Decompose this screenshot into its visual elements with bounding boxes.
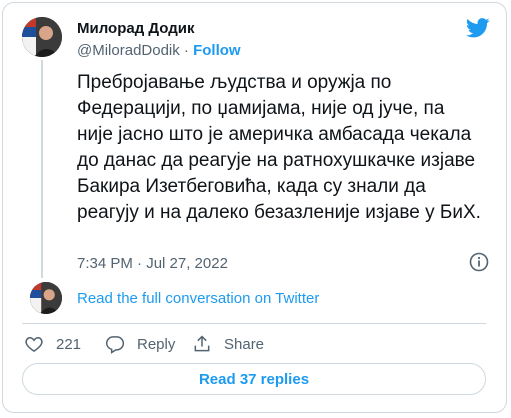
reply-label: Reply bbox=[137, 335, 176, 353]
share-label: Share bbox=[224, 335, 265, 353]
read-replies-button[interactable]: Read 37 replies bbox=[22, 363, 486, 395]
author-name[interactable]: Милорад Додик bbox=[77, 19, 195, 39]
reply-bubble-icon bbox=[105, 336, 125, 354]
handle-separator: · bbox=[179, 42, 194, 59]
share-upload-icon bbox=[194, 335, 210, 352]
author-handle-row: @MiloradDodik · Follow bbox=[77, 41, 241, 61]
divider bbox=[22, 323, 486, 324]
like-count: 221 bbox=[56, 335, 82, 353]
author-avatar[interactable] bbox=[22, 17, 62, 57]
follow-button[interactable]: Follow bbox=[193, 42, 241, 59]
share-button[interactable]: Share bbox=[192, 333, 264, 355]
info-icon[interactable] bbox=[469, 252, 489, 272]
like-button[interactable]: 221 bbox=[24, 333, 81, 355]
read-conversation-link[interactable]: Read the full conversation on Twitter bbox=[77, 289, 319, 309]
tweet-text: Пребројавање људства и оружја по Федерац… bbox=[77, 72, 481, 223]
thread-line bbox=[41, 60, 43, 278]
heart-icon bbox=[25, 336, 43, 352]
author-handle[interactable]: @MiloradDodik bbox=[77, 42, 180, 59]
reply-button[interactable]: Reply bbox=[105, 333, 175, 355]
conversation-avatar[interactable] bbox=[30, 282, 62, 314]
tweet-timestamp[interactable]: 7:34 PM · Jul 27, 2022 bbox=[77, 254, 228, 274]
twitter-bird-icon[interactable] bbox=[466, 18, 490, 38]
